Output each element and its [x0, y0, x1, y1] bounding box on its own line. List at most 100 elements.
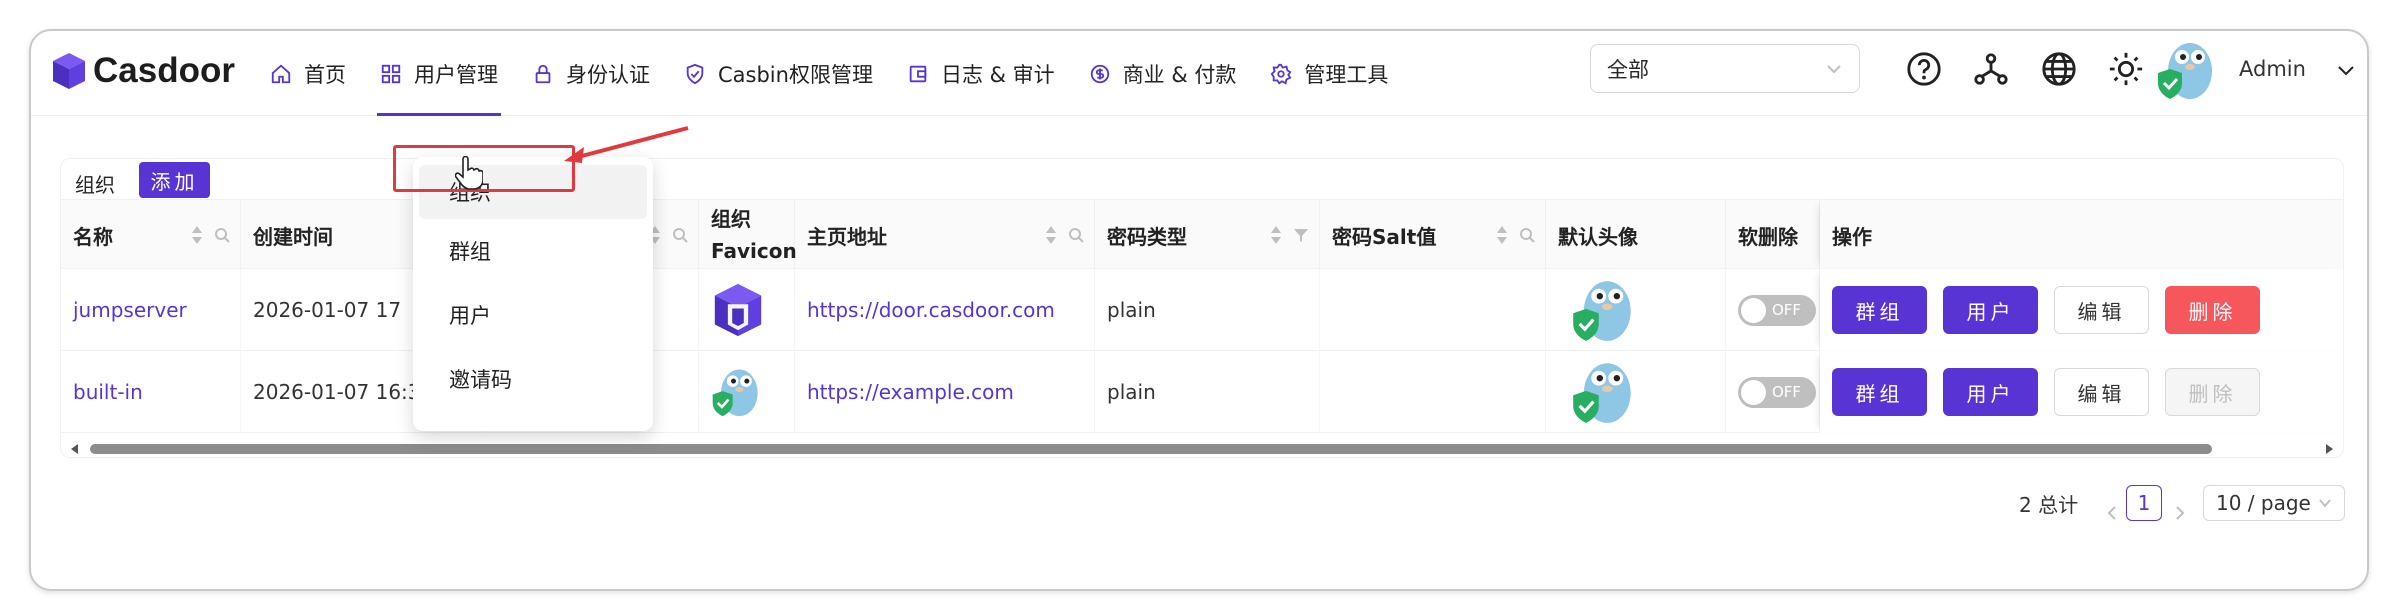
lock-icon: [532, 63, 554, 85]
column-header-password-type[interactable]: 密码类型: [1095, 200, 1320, 270]
chevron-down-icon[interactable]: [2336, 61, 2356, 81]
menu-item-users[interactable]: 用户: [419, 283, 647, 347]
pagination-total: 2 总计: [2019, 492, 2079, 517]
nav-item-logs[interactable]: 日志 & 审计: [890, 31, 1072, 116]
dollar-icon: [1089, 63, 1111, 85]
casdoor-logo[interactable]: Casdoor: [51, 41, 235, 101]
page-size-select[interactable]: 10 / page: [2203, 483, 2345, 523]
sort-icon[interactable]: [190, 224, 204, 246]
homepage-link[interactable]: https://example.com: [807, 380, 1014, 404]
organization-name-link[interactable]: built-in: [73, 380, 143, 404]
horizontal-scrollbar[interactable]: [61, 439, 2343, 457]
groups-button[interactable]: 群组: [1832, 286, 1927, 334]
shield-check-icon: [684, 63, 706, 85]
soft-delete-toggle[interactable]: OFF: [1738, 294, 1816, 326]
add-organization-button[interactable]: 添加: [139, 162, 210, 198]
pagination-page-1[interactable]: 1: [2126, 483, 2162, 523]
nav-label: 首页: [304, 62, 346, 87]
organizations-table-card: 组织 添加 名称 创建时间 组织 Favicon 主页地址 密码类型 密码Sal…: [60, 158, 2344, 458]
theme-toggle-button[interactable]: [2106, 49, 2146, 89]
logo-text: Casdoor: [93, 51, 235, 90]
table-title: 组织: [75, 173, 115, 197]
user-avatar[interactable]: [2156, 39, 2216, 101]
sort-icon[interactable]: [1269, 224, 1283, 246]
users-button[interactable]: 用户: [1943, 286, 2038, 334]
search-icon[interactable]: [672, 227, 688, 243]
hand-cursor-icon: [455, 156, 483, 190]
gopher-avatar-icon: [2158, 43, 2212, 99]
highlight-box: [393, 145, 575, 192]
gopher-avatar-icon[interactable]: [1568, 359, 1638, 425]
password-type: plain: [1107, 380, 1156, 404]
sort-icon[interactable]: [1044, 224, 1058, 246]
scroll-right-icon[interactable]: [2325, 443, 2335, 455]
scroll-left-icon[interactable]: [69, 443, 79, 455]
wallet-icon: [907, 63, 929, 85]
delete-button: 删除: [2165, 368, 2260, 416]
user-management-dropdown: 组织 群组 用户 邀请码: [413, 157, 653, 431]
org-select-value: 全部: [1607, 57, 1649, 82]
users-button[interactable]: 用户: [1943, 368, 2038, 416]
nav-label: 日志 & 审计: [940, 62, 1055, 87]
table-row: jumpserver 2026-01-07 17 https://door.ca…: [61, 269, 2343, 351]
home-icon: [270, 63, 292, 85]
table-row: built-in 2026-01-07 16:32:24 Built-in Or…: [61, 351, 2343, 433]
column-header-password-salt[interactable]: 密码Salt值: [1320, 200, 1546, 270]
delete-button[interactable]: 删除: [2165, 286, 2260, 334]
next-page-icon[interactable]: [2173, 493, 2187, 533]
question-circle-icon: [1907, 52, 1941, 86]
annotation-arrow-icon: [564, 126, 689, 163]
gopher-favicon-icon[interactable]: [711, 364, 761, 420]
user-name[interactable]: Admin: [2239, 57, 2306, 81]
scrollbar-thumb[interactable]: [90, 444, 2212, 454]
soft-delete-toggle[interactable]: OFF: [1738, 376, 1816, 408]
menu-item-groups[interactable]: 群组: [419, 219, 647, 283]
sort-icon[interactable]: [1495, 224, 1509, 246]
tour-button[interactable]: [1971, 49, 2011, 89]
nav-item-user-management[interactable]: 用户管理: [363, 31, 515, 116]
search-icon[interactable]: [1068, 227, 1084, 243]
groups-button[interactable]: 群组: [1832, 368, 1927, 416]
nav-label: 身份认证: [566, 62, 650, 87]
nav-label: Casbin权限管理: [718, 62, 873, 87]
casdoor-cube-icon: [53, 53, 85, 89]
language-button[interactable]: [2039, 49, 2079, 89]
homepage-link[interactable]: https://door.casdoor.com: [807, 298, 1055, 322]
organization-select[interactable]: 全部: [1590, 44, 1860, 93]
column-header-name[interactable]: 名称: [61, 200, 241, 270]
edit-button[interactable]: 编辑: [2054, 286, 2149, 334]
nav-label: 用户管理: [414, 62, 498, 87]
column-header-actions: 操作: [1820, 200, 2343, 270]
column-header-favicon: 组织 Favicon: [699, 200, 797, 270]
column-header-soft-deletion: 软删除: [1726, 200, 1820, 270]
nav-label: 商业 & 付款: [1122, 62, 1237, 87]
column-header-homepage[interactable]: 主页地址: [795, 200, 1095, 270]
organization-name-link[interactable]: jumpserver: [73, 298, 187, 322]
table-header: 名称 创建时间 组织 Favicon 主页地址 密码类型 密码Salt值 默认头…: [61, 199, 2343, 270]
nav-item-business[interactable]: 商业 & 付款: [1072, 31, 1254, 116]
nav-label: 管理工具: [1304, 62, 1389, 87]
created-time: 2026-01-07 17: [253, 298, 402, 322]
gopher-avatar-icon[interactable]: [1568, 277, 1638, 343]
nav-item-admin-tools[interactable]: 管理工具: [1253, 31, 1405, 116]
filter-icon[interactable]: [1293, 227, 1309, 243]
edit-button[interactable]: 编辑: [2054, 368, 2149, 416]
network-icon: [1974, 53, 2008, 85]
chevron-down-icon: [2319, 499, 2331, 508]
chevron-down-icon: [1827, 64, 1841, 73]
app-window: Casdoor 首页 用户管理 身份认证 Casbin权限管理 日志 & 审计: [29, 29, 2369, 591]
search-icon[interactable]: [214, 227, 230, 243]
top-navbar: Casdoor 首页 用户管理 身份认证 Casbin权限管理 日志 & 审计: [31, 31, 2367, 116]
menu-item-invitations[interactable]: 邀请码: [419, 347, 647, 411]
search-icon[interactable]: [1519, 227, 1535, 243]
help-button[interactable]: [1904, 49, 1944, 89]
gear-icon: [1270, 63, 1292, 85]
casdoor-cube-favicon-icon[interactable]: [711, 281, 765, 339]
nav-item-authentication[interactable]: 身份认证: [515, 31, 667, 116]
globe-icon: [2042, 52, 2076, 86]
nav-item-casbin[interactable]: Casbin权限管理: [667, 31, 890, 116]
column-header-default-avatar: 默认头像: [1546, 200, 1726, 270]
nav-item-home[interactable]: 首页: [253, 31, 363, 116]
sun-icon: [2109, 52, 2143, 86]
prev-page-icon[interactable]: [2105, 493, 2119, 533]
